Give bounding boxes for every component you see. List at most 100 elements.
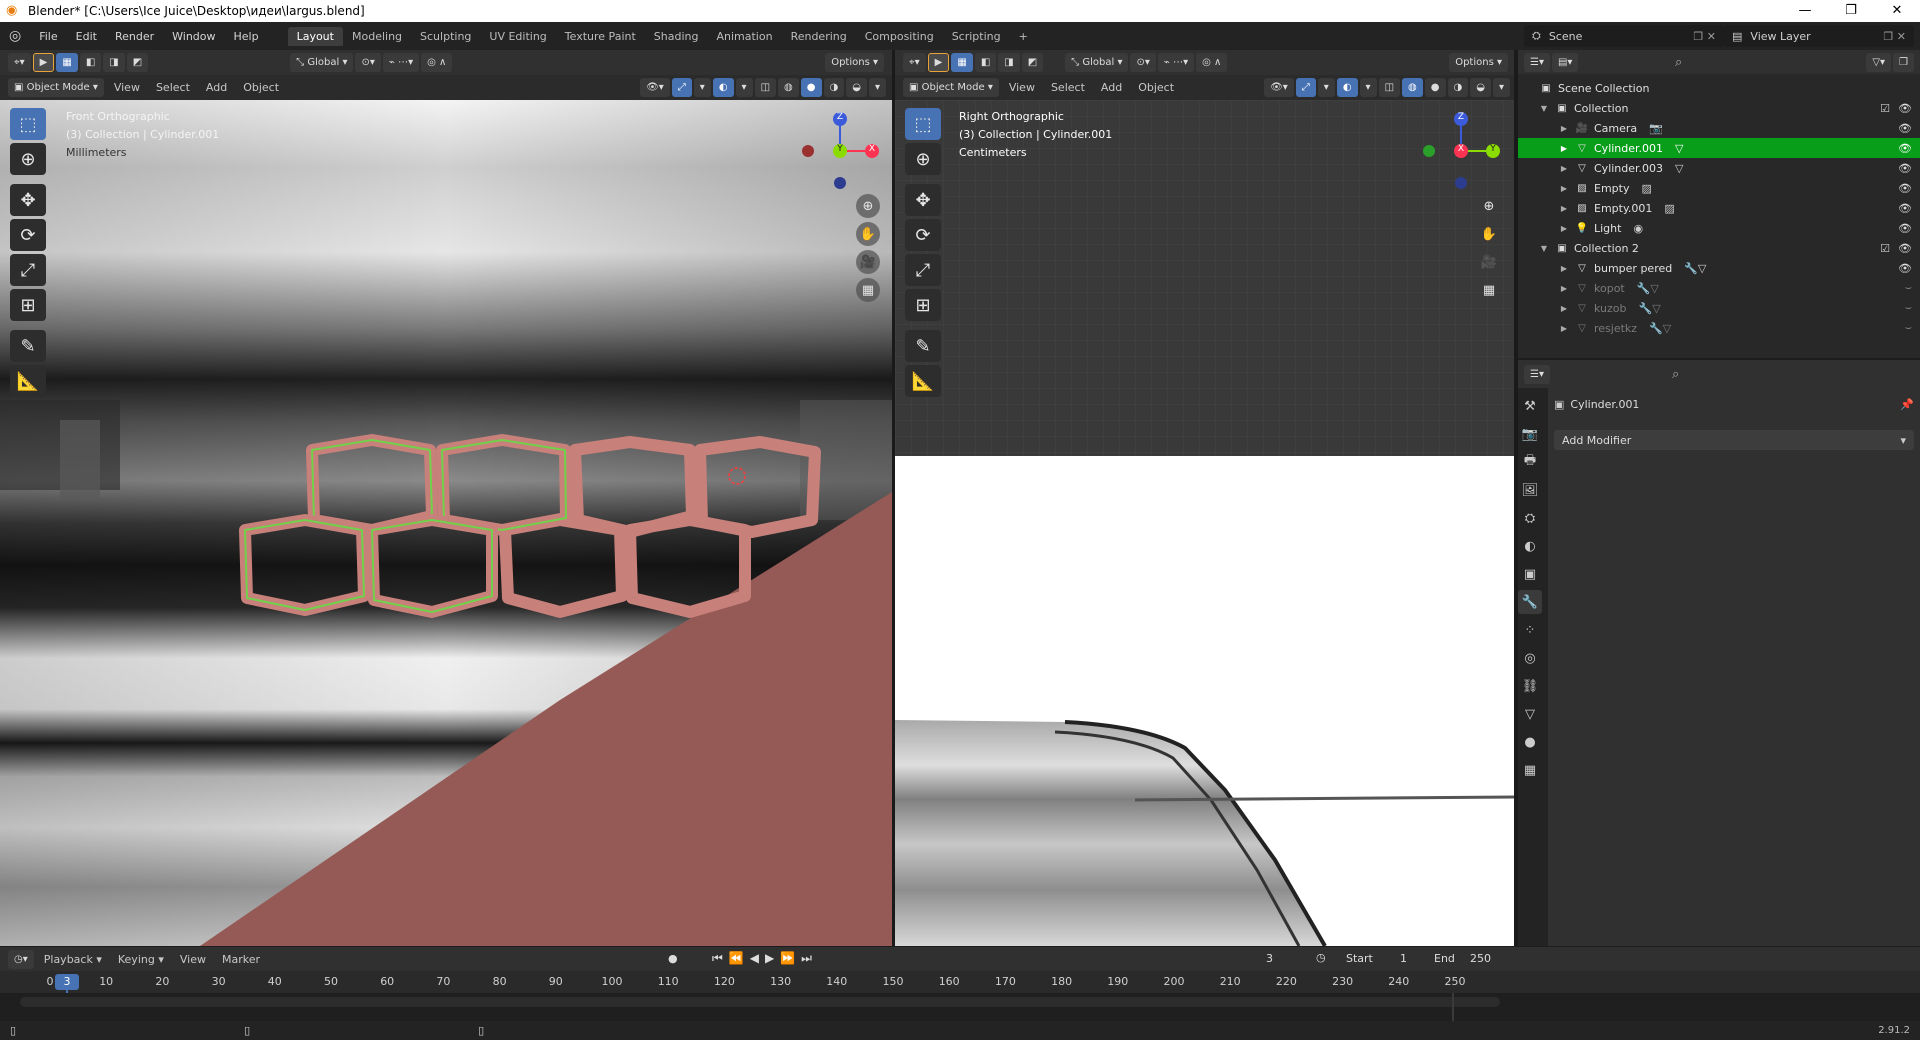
options-dropdown[interactable]: Options ▾ <box>825 53 884 72</box>
particles-tab-icon[interactable]: ⁘ <box>1518 618 1542 642</box>
menu-view[interactable]: View <box>1001 81 1043 94</box>
expand-arrow-icon[interactable]: ▶ <box>1558 264 1570 273</box>
constraints-tab-icon[interactable]: ⛓ <box>1518 674 1542 698</box>
eye-icon[interactable]: 👁 <box>1898 182 1912 195</box>
camera-view-icon[interactable]: 🎥 <box>856 250 880 274</box>
menu-view[interactable]: View <box>172 953 214 966</box>
material-shading-icon[interactable]: ◑ <box>1447 78 1469 97</box>
scale-tool-icon[interactable]: ⤢ <box>10 254 46 286</box>
start-frame[interactable]: 1 <box>1400 952 1407 965</box>
scene-copy-icon[interactable]: ❐ ✕ <box>1693 30 1724 43</box>
annotate-tool-icon[interactable]: ✎ <box>905 330 941 362</box>
outliner-row-empty-001[interactable]: ▶ ▨ Empty.001 ▨ 👁 <box>1518 198 1920 218</box>
add-workspace-button[interactable]: + <box>1010 27 1037 46</box>
view-layer-copy-icon[interactable]: ❐ ✕ <box>1883 30 1914 43</box>
eye-icon[interactable]: 👁 <box>1898 242 1912 255</box>
display-mode-icon[interactable]: ▤▾ <box>1551 52 1579 72</box>
gizmo-y-label[interactable]: Y <box>834 144 846 154</box>
wireframe-shading-icon[interactable]: ◍ <box>1402 78 1423 97</box>
eye-icon[interactable]: 👁 <box>1898 222 1912 235</box>
transform-tool-icon[interactable]: ⊞ <box>905 289 941 321</box>
xray-icon[interactable]: ◫ <box>1378 78 1401 97</box>
expand-arrow-icon[interactable]: ▶ <box>1558 124 1570 133</box>
record-icon[interactable]: ● <box>668 952 678 965</box>
search-icon[interactable]: ⌕ <box>1675 55 1682 70</box>
editor-type-icon[interactable]: ⌖▾ <box>903 53 926 72</box>
mesh-data-icon[interactable]: ▽ <box>1675 162 1683 175</box>
solid-shading-icon[interactable]: ● <box>800 78 822 97</box>
visibility-icon[interactable]: 👁▾ <box>640 78 670 97</box>
move-tool-icon[interactable]: ✥ <box>10 184 46 216</box>
expand-arrow-icon[interactable]: ▶ <box>1558 224 1570 233</box>
eye-icon[interactable]: 👁 <box>1898 102 1912 115</box>
menu-keying[interactable]: Keying ▾ <box>110 953 172 966</box>
proportional-edit-icon[interactable]: ◎ ∧ <box>1196 53 1228 72</box>
eye-closed-icon[interactable]: ⌣ <box>1905 321 1912 335</box>
outliner-editor-type-icon[interactable]: ☰▾ <box>1524 52 1550 72</box>
select-extend-icon[interactable]: ◧ <box>974 53 997 72</box>
current-frame[interactable]: 3 <box>1266 952 1273 965</box>
expand-arrow-icon[interactable]: ▶ <box>1558 284 1570 293</box>
minimize-button[interactable]: — <box>1782 0 1828 22</box>
gizmo-x-label[interactable]: X <box>1455 144 1467 154</box>
tab-layout[interactable]: Layout <box>287 26 343 46</box>
transform-orientation-dropdown[interactable]: ⤡ Global ▾ <box>1065 53 1129 72</box>
gizmo-z-label[interactable]: Z <box>1455 112 1467 122</box>
modifier-wrench-icon[interactable]: 🔧▽ <box>1684 262 1706 275</box>
pivot-point-icon[interactable]: ⊙▾ <box>355 53 381 72</box>
mesh-data-icon[interactable]: ▽ <box>1675 142 1683 155</box>
rendered-shading-icon[interactable]: ◒ <box>846 78 867 97</box>
scene-tab-icon[interactable]: ⛭ <box>1518 506 1542 530</box>
menu-object[interactable]: Object <box>235 81 287 94</box>
gizmo-dropdown-icon[interactable]: ▾ <box>1317 78 1335 97</box>
timeline-editor-type-icon[interactable]: ◷▾ <box>8 949 34 969</box>
end-frame[interactable]: 250 <box>1470 952 1491 965</box>
measure-tool-icon[interactable]: 📐 <box>905 365 941 397</box>
pivot-point-icon[interactable]: ⊙▾ <box>1130 53 1156 72</box>
modifier-wrench-icon[interactable]: 🔧▽ <box>1639 302 1661 315</box>
blender-menu-icon[interactable]: ◎ <box>0 28 30 44</box>
outliner-row-camera[interactable]: ▶ 🎥 Camera 📷 👁 <box>1518 118 1920 138</box>
tab-animation[interactable]: Animation <box>707 27 781 46</box>
output-tab-icon[interactable]: 🖶 <box>1518 450 1542 474</box>
outliner-row-cylinder-001[interactable]: ▶ ▽ Cylinder.001 ▽ 👁 <box>1518 138 1920 158</box>
cursor-tool-icon[interactable]: ⊕ <box>905 143 941 175</box>
annotate-tool-icon[interactable]: ✎ <box>10 330 46 362</box>
modifier-wrench-icon[interactable]: 🔧▽ <box>1649 322 1671 335</box>
tool-tab-icon[interactable]: ⚒ <box>1518 394 1542 418</box>
select-intersect-icon[interactable]: ◩ <box>1021 53 1044 72</box>
move-tool-icon[interactable]: ✥ <box>905 184 941 216</box>
outliner-row-light[interactable]: ▶ 💡 Light ◉ 👁 <box>1518 218 1920 238</box>
visibility-icon[interactable]: 👁▾ <box>1264 78 1294 97</box>
overlay-toggle-icon[interactable]: ◐ <box>712 78 734 97</box>
ortho-grid-icon[interactable]: ▦ <box>856 278 880 302</box>
material-tab-icon[interactable]: ● <box>1518 730 1542 754</box>
tab-rendering[interactable]: Rendering <box>782 27 856 46</box>
object-mode-dropdown[interactable]: ▣ Object Mode ▾ <box>903 78 999 97</box>
gizmo-dropdown-icon[interactable]: ▾ <box>693 78 711 97</box>
expand-arrow-icon[interactable]: ▶ <box>1558 304 1570 313</box>
measure-tool-icon[interactable]: 📐 <box>10 365 46 397</box>
select-box-icon[interactable]: ▦ <box>951 53 973 72</box>
tab-texture-paint[interactable]: Texture Paint <box>556 27 645 46</box>
gizmo-z-label[interactable]: Z <box>834 112 846 122</box>
tab-modeling[interactable]: Modeling <box>343 27 411 46</box>
rotate-tool-icon[interactable]: ⟳ <box>10 219 46 251</box>
object-tab-icon[interactable]: ▣ <box>1518 562 1542 586</box>
timeline-ruler[interactable]: 0 10 20 30 40 50 60 70 80 90 100 110 120 130 140 150 160… <box>0 971 1920 1022</box>
gizmo-y-label[interactable]: Y <box>1487 144 1499 154</box>
world-tab-icon[interactable]: ◐ <box>1518 534 1542 558</box>
eye-closed-icon[interactable]: ⌣ <box>1905 301 1912 315</box>
filter-icon[interactable]: ▽▾ <box>1866 52 1892 72</box>
overlay-dropdown-icon[interactable]: ▾ <box>1359 78 1377 97</box>
menu-render[interactable]: Render <box>106 30 163 43</box>
outliner-row-collection-2[interactable]: ▼ ▣ Collection 2 ☑ 👁 <box>1518 238 1920 258</box>
render-tab-icon[interactable]: 📷 <box>1518 422 1542 446</box>
texture-tab-icon[interactable]: ▦ <box>1518 758 1542 782</box>
rotate-tool-icon[interactable]: ⟳ <box>905 219 941 251</box>
timeline-body[interactable] <box>0 993 1920 1021</box>
expand-arrow-icon[interactable]: ▶ <box>1558 164 1570 173</box>
gizmo-x-label[interactable]: X <box>866 144 878 154</box>
overlay-toggle-icon[interactable]: ◐ <box>1336 78 1358 97</box>
search-icon[interactable]: ⌕ <box>1672 367 1679 382</box>
